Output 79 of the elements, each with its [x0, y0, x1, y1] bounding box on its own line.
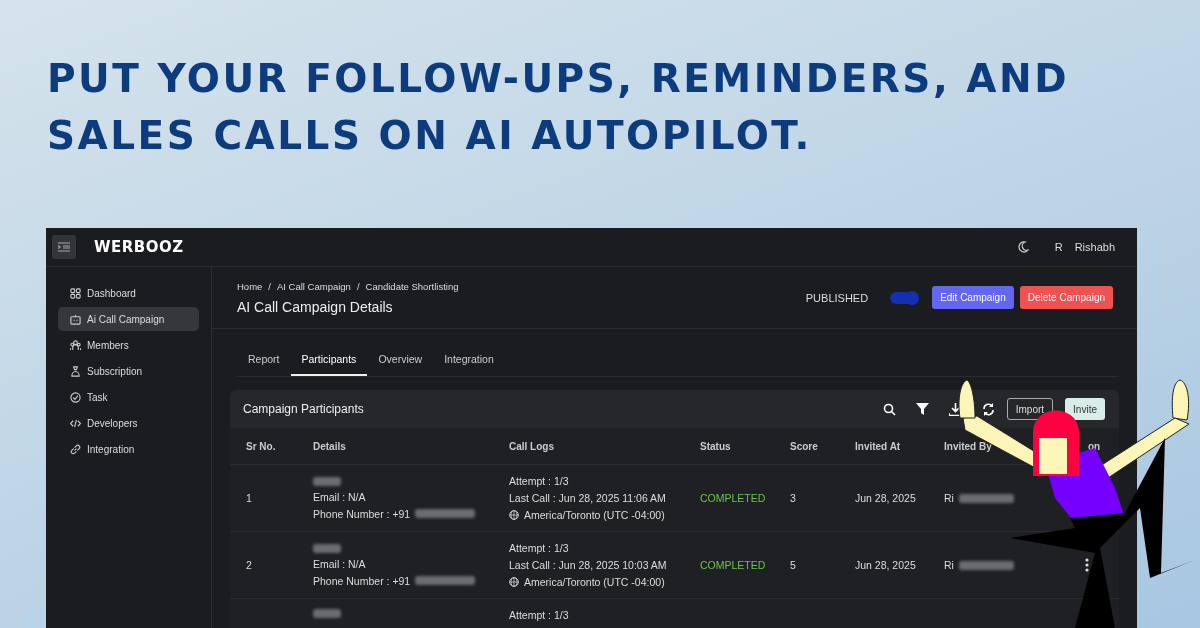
breadcrumb-separator: / — [356, 280, 360, 292]
sidebar-item[interactable]: Integration — [58, 437, 199, 461]
last-call-text: Last Call : Jun 28, 2025 10:03 AM — [509, 559, 668, 571]
email-text: Email : N/A — [313, 490, 367, 503]
phone-text: Phone Number : +91 — [313, 574, 411, 587]
people-icon — [70, 339, 81, 351]
edit-button[interactable]: Edit Campaign — [932, 286, 1014, 309]
table-cell-text: 5 — [790, 559, 797, 571]
refresh-icon[interactable] — [981, 402, 995, 416]
tab[interactable]: Report — [237, 347, 291, 376]
email-text: Email : N/A — [313, 557, 367, 570]
attempt-text: Attempt : 1/3 — [509, 609, 570, 621]
breadcrumb-link[interactable]: Candidate Shortlisting — [365, 280, 459, 292]
sidebar-item[interactable]: Developers — [58, 411, 199, 435]
status-text: COMPLETED — [700, 559, 767, 571]
breadcrumb-link[interactable]: AI Call Campaign — [277, 280, 351, 292]
table-cell-text: 3 — [790, 492, 797, 504]
published-label: PUBLISHED — [805, 291, 869, 304]
headline: PUT YOUR FOLLOW-UPS, REMINDERS, AND — [47, 55, 1070, 103]
column-header: Call Logs — [509, 440, 555, 452]
column-header: Invited By — [944, 440, 993, 452]
menu-button[interactable] — [52, 235, 76, 259]
page-title: AI Call Campaign Details — [237, 298, 394, 315]
user-name[interactable]: Rishabh — [1074, 241, 1115, 253]
redacted-phone — [415, 576, 476, 585]
search-icon[interactable] — [882, 402, 896, 416]
column-header: Status — [700, 440, 732, 452]
publish-toggle[interactable] — [890, 291, 919, 304]
breadcrumb-separator: / — [268, 280, 271, 292]
column-header: on — [1087, 440, 1102, 452]
bag-icon — [70, 365, 81, 377]
link-icon — [70, 443, 81, 455]
column-header: Invited At — [855, 440, 902, 452]
phone-text: Phone Number : +91 — [313, 507, 411, 520]
inviter-name: Ri — [944, 559, 954, 571]
last-call-text: Last Call : Jun 28, 2025 11:06 AM — [509, 492, 667, 504]
moon-icon[interactable] — [1016, 241, 1029, 253]
more-icon[interactable] — [1084, 558, 1089, 572]
breadcrumb-link[interactable]: Home — [237, 280, 263, 292]
inviter-name: Ri — [944, 492, 954, 504]
table-cell-text: 2 — [246, 559, 253, 571]
sidebar-item[interactable]: Dashboard — [58, 281, 199, 305]
column-header: Details — [313, 440, 347, 452]
redacted-phone — [415, 509, 476, 518]
globe-icon — [509, 510, 519, 520]
sidebar-item[interactable]: Members — [58, 333, 199, 357]
grid-icon — [70, 287, 81, 299]
table-cell-text: 1 — [246, 492, 253, 504]
code-icon — [70, 417, 81, 429]
redacted-name — [313, 543, 341, 553]
attempt-text: Attempt : 1/3 — [509, 475, 570, 487]
timezone-text: America/Toronto (UTC -04:00) — [524, 576, 665, 588]
filter-icon[interactable] — [915, 403, 929, 415]
tab[interactable]: Overview — [367, 347, 434, 376]
globe-icon — [509, 577, 519, 587]
card-title: Campaign Participants — [243, 402, 364, 416]
logo: WERBOOZ — [94, 238, 184, 256]
tab[interactable]: Integration — [433, 347, 505, 376]
tab[interactable]: Participants — [290, 347, 368, 376]
sidebar-item[interactable]: Ai Call Campaign — [58, 307, 199, 331]
redacted-name — [958, 560, 1014, 570]
redacted-name — [313, 609, 341, 618]
invite-button[interactable]: Invite — [1065, 398, 1105, 420]
sidebar-item[interactable]: Subscription — [58, 359, 199, 383]
table-cell-text: Jun 28, 2025 — [855, 559, 917, 571]
user-initial: R — [1054, 241, 1063, 253]
status-text: COMPLETED — [700, 492, 767, 504]
column-header: Sr No. — [246, 440, 277, 452]
timezone-text: America/Toronto (UTC -04:00) — [524, 509, 665, 521]
menu-icon — [58, 242, 70, 252]
check-icon — [70, 391, 81, 403]
redacted-name — [958, 493, 1014, 503]
attempt-text: Attempt : 1/3 — [509, 542, 570, 554]
table-cell-text: Jun 28, 2025 — [855, 492, 917, 504]
redacted-name — [313, 476, 341, 486]
column-header: Score — [790, 440, 819, 452]
headline: SALES CALLS ON AI AUTOPILOT. — [47, 112, 813, 160]
sidebar-item[interactable]: Task — [58, 385, 199, 409]
bot-icon — [70, 313, 81, 325]
